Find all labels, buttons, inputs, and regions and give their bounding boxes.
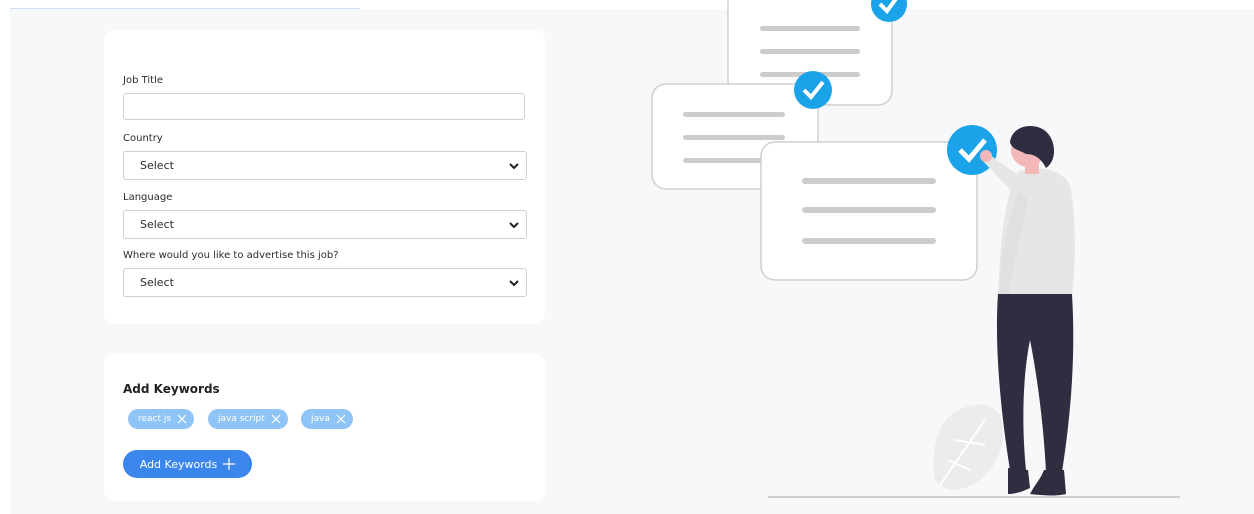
country-select-value: Select: [140, 159, 174, 172]
chevron-down-icon: [509, 163, 519, 170]
top-progress-strip: [10, 8, 360, 9]
language-select-value: Select: [140, 218, 174, 231]
keywords-card: Add Keywords react js java script java A…: [104, 354, 545, 501]
country-label: Country: [123, 133, 163, 144]
add-keywords-button[interactable]: Add Keywords: [123, 450, 252, 478]
add-keywords-button-label: Add Keywords: [139, 457, 218, 471]
document-card-front: [760, 141, 978, 281]
job-title-label: Job Title: [123, 75, 164, 86]
checklist-illustration: [651, 0, 1180, 498]
job-details-card: Job Title Country Select Language Select…: [104, 30, 545, 324]
advertise-select[interactable]: Select: [123, 268, 527, 297]
keyword-chip[interactable]: react js: [128, 409, 195, 429]
checkmark-icon: [794, 71, 832, 109]
country-select[interactable]: Select: [123, 151, 527, 180]
close-icon[interactable]: [177, 414, 187, 424]
plus-icon: [223, 458, 236, 470]
advertise-label: Where would you like to advertise this j…: [123, 250, 339, 261]
language-label: Language: [123, 192, 173, 203]
chevron-down-icon: [509, 222, 519, 229]
advertise-select-value: Select: [140, 276, 174, 289]
keyword-chip-label: java: [311, 414, 330, 424]
job-title-input[interactable]: [123, 93, 525, 120]
keyword-chip[interactable]: java script: [208, 409, 288, 429]
close-icon[interactable]: [271, 414, 281, 424]
keyword-chip[interactable]: java: [301, 409, 353, 429]
language-select[interactable]: Select: [123, 210, 527, 239]
keywords-title: Add Keywords: [123, 382, 220, 396]
chevron-down-icon: [509, 280, 519, 287]
leaf-decoration: [933, 404, 1004, 490]
close-icon[interactable]: [336, 414, 346, 424]
keyword-chip-label: java script: [218, 414, 265, 424]
keyword-chip-label: react js: [138, 414, 172, 424]
